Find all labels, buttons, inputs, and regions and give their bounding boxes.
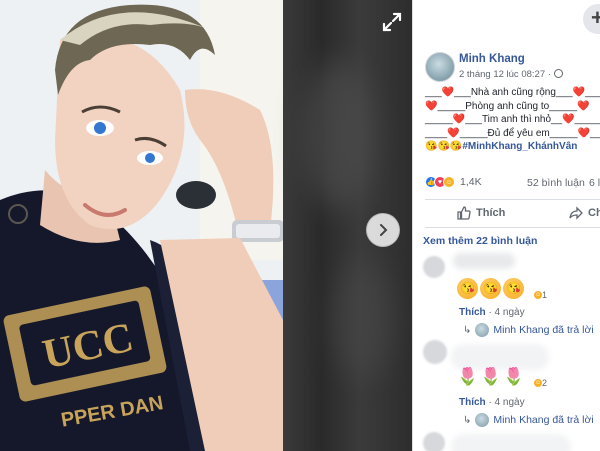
kiss-emoji: 😘: [503, 278, 524, 299]
like-label: Thích: [476, 207, 506, 219]
tulip-emoji: 🌷: [480, 367, 502, 386]
comment-like-link[interactable]: Thích: [459, 397, 486, 408]
haha-reaction-icon: ☺: [443, 176, 455, 188]
reply-arrow-icon: ↳: [463, 324, 472, 336]
comment-like-link[interactable]: Thích: [459, 307, 486, 318]
comment-reaction-count: 1: [542, 290, 548, 300]
divider: [425, 227, 600, 228]
next-photo-button[interactable]: [366, 213, 400, 247]
thumbs-up-icon: [457, 206, 471, 220]
post-timestamp-text: 2 tháng 12 lúc 08:27 ·: [459, 69, 551, 80]
divider: [425, 199, 600, 200]
blurred-comment: [451, 434, 571, 451]
author-avatar[interactable]: [425, 52, 455, 82]
caption-line: ___❤️___Nhà anh cũng rộng___❤️___: [425, 87, 600, 98]
see-more-comments-link[interactable]: Xem thêm 22 bình luận: [423, 235, 537, 247]
share-button[interactable]: Chi: [569, 206, 600, 220]
photo-viewer: UCC PPER DAN: [0, 0, 412, 451]
commenter-avatar[interactable]: [423, 256, 445, 278]
caption-line: 😘😘😘#MinhKhang_KhánhVân: [425, 140, 600, 154]
caption-line: _____❤️___Tim anh thì nhỏ__❤️_____: [425, 114, 600, 126]
blurred-commenter-name: [453, 253, 515, 269]
commenter-avatar[interactable]: [423, 340, 447, 364]
comment-meta: Thích · 4 ngày: [459, 307, 525, 318]
photo-post-lightbox: UCC PPER DAN Minh Khang 2 tháng 12 lúc 0…: [0, 0, 600, 451]
post-photo: UCC PPER DAN: [0, 0, 283, 451]
tulip-emoji: 🌷: [503, 367, 525, 386]
chevron-right-icon: [380, 224, 388, 236]
comment-reactions[interactable]: ☺ 1: [533, 290, 547, 300]
comment-count[interactable]: 52 bình luận: [527, 177, 585, 189]
kiss-emoji: 😘: [480, 278, 501, 299]
author-name[interactable]: Minh Khang: [459, 53, 525, 65]
comment-emoji: 😘 😘 😘: [457, 278, 524, 299]
like-button[interactable]: Thích: [457, 206, 505, 220]
comment-emoji: 🌷 🌷 🌷: [457, 366, 524, 387]
caption-line: ❤️_____Phòng anh cũng to_____❤️: [425, 100, 590, 112]
view-replies-link[interactable]: ↳ Minh Khang đã trả lời: [463, 323, 594, 337]
globe-icon: [553, 69, 563, 78]
comment-meta: Thích · 4 ngày: [459, 397, 525, 408]
caption-emoji: 😘😘😘: [425, 141, 463, 153]
reaction-count: 1,4K: [460, 176, 482, 188]
reply-avatar: [475, 323, 490, 337]
share-icon: [569, 206, 583, 220]
reaction-summary[interactable]: 👍 ♥ ☺ 1,4K: [425, 176, 482, 188]
comment-reaction-count: 2: [542, 378, 548, 388]
comment-time: · 4 ngày: [488, 397, 525, 408]
tulip-emoji: 🌷: [457, 367, 479, 386]
comment-time: · 4 ngày: [488, 307, 525, 318]
reply-arrow-icon: ↳: [463, 414, 472, 426]
reply-text: Minh Khang đã trả lời: [493, 324, 594, 336]
post-side-panel: + Minh Khang 2 tháng 12 lúc 08:27 · ___❤…: [412, 0, 600, 451]
hashtag-link[interactable]: #MinhKhang_KhánhVân: [462, 141, 577, 152]
kiss-emoji: 😘: [457, 278, 478, 299]
share-label: Chi: [588, 207, 600, 219]
commenter-avatar[interactable]: [423, 432, 445, 451]
post-caption: ___❤️___Nhà anh cũng rộng___❤️___ ❤️____…: [425, 86, 600, 154]
view-replies-link[interactable]: ↳ Minh Khang đã trả lời: [463, 413, 594, 427]
post-timestamp[interactable]: 2 tháng 12 lúc 08:27 ·: [459, 69, 563, 80]
expand-icon[interactable]: [380, 10, 404, 34]
selfie-illustration: UCC PPER DAN: [0, 0, 283, 451]
comment-reactions[interactable]: ☺ 2: [533, 378, 547, 388]
share-count[interactable]: 6 l: [589, 177, 600, 189]
plus-button[interactable]: +: [583, 4, 600, 34]
reply-avatar: [475, 413, 490, 427]
expand-icon-graphic: [382, 12, 402, 32]
caption-line: ____❤️_____Đủ để yêu em_____❤️____: [425, 127, 600, 139]
reply-text: Minh Khang đã trả lời: [493, 414, 594, 426]
